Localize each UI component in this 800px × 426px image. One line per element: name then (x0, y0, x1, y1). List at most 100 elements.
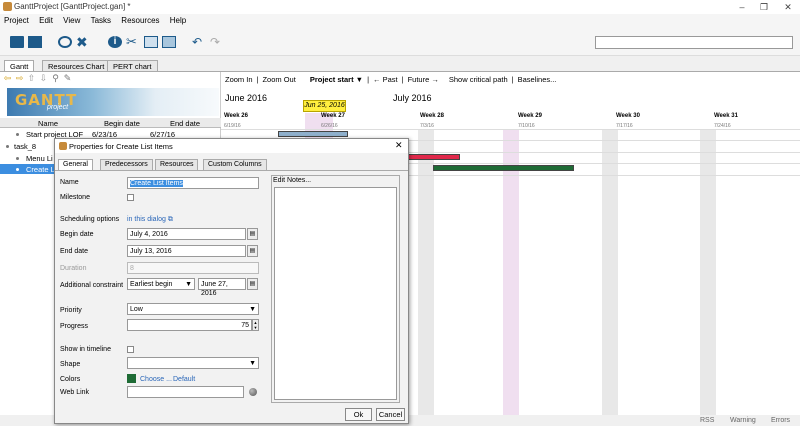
arrow-down-icon[interactable]: ⇩ (39, 74, 48, 83)
tab-pert-chart[interactable]: PERT chart (107, 60, 158, 71)
delete-icon[interactable]: ✖ (76, 35, 90, 49)
project-start-dropdown[interactable]: Project start ▼ (310, 75, 363, 84)
weekend-column (418, 130, 434, 418)
task-nav-arrows: ⇦ ⇨ ⇧ ⇩ ⚲ ✎ (3, 74, 75, 86)
priority-dropdown[interactable]: Low ▼ (127, 303, 259, 315)
close-button[interactable]: ✕ (776, 1, 800, 13)
dialog-tab-resources[interactable]: Resources (155, 159, 199, 170)
weekend-column (602, 130, 618, 418)
notes-textarea[interactable] (274, 187, 397, 400)
week-header: Week 27 (321, 113, 345, 119)
menu-tasks[interactable]: Tasks (87, 14, 115, 27)
arrow-up-icon[interactable]: ⇧ (27, 74, 36, 83)
weekend-column (503, 130, 519, 418)
view-tabs: Gantt Resources Chart PERT chart (0, 59, 800, 71)
name-field[interactable]: Create List Items (127, 177, 259, 189)
title-bar: GanttProject [GanttProject.gan] * – ❐ ✕ (0, 0, 800, 14)
begin-date-label: Begin date (60, 231, 94, 238)
constraint-label: Additional constraint (60, 282, 124, 289)
undo-icon[interactable]: ↶ (192, 36, 206, 48)
calendar-icon[interactable]: ▤ (247, 228, 258, 240)
end-date-label: End date (60, 248, 89, 255)
zoom-out-link[interactable]: Zoom Out (262, 75, 295, 84)
menu-view[interactable]: View (59, 14, 84, 27)
status-warning[interactable]: Warning (730, 417, 756, 424)
col-end[interactable]: End date (170, 119, 200, 128)
timeline-checkbox[interactable] (127, 346, 134, 353)
task-bar[interactable] (278, 131, 348, 137)
redo-icon[interactable]: ↷ (210, 36, 224, 48)
weblink-label: Web Link (60, 389, 90, 396)
shape-dropdown[interactable]: ▼ (127, 357, 259, 369)
minimize-button[interactable]: – (730, 1, 754, 13)
scheduling-link[interactable]: in this dialog ⧉ (127, 216, 173, 224)
copy-icon[interactable] (144, 36, 158, 48)
paste-icon[interactable] (162, 36, 176, 48)
month-july: July 2016 (393, 93, 432, 103)
search-input[interactable] (595, 36, 793, 49)
link-icon[interactable]: ⚲ (51, 74, 60, 83)
scheduling-label: Scheduling options (60, 216, 120, 223)
dialog-tab-custom-columns[interactable]: Custom Columns (203, 159, 267, 170)
milestone-checkbox[interactable] (127, 194, 134, 201)
menu-edit[interactable]: Edit (35, 14, 57, 27)
shape-label: Shape (60, 361, 81, 368)
maximize-button[interactable]: ❐ (752, 1, 776, 13)
arrow-left-icon[interactable]: ⇦ (3, 74, 12, 83)
calendar-icon[interactable]: ▤ (247, 245, 258, 257)
tab-resources-chart[interactable]: Resources Chart (42, 60, 111, 71)
dialog-tab-general[interactable]: General (58, 159, 93, 170)
task-grid-header: Name Begin date End date (0, 118, 221, 128)
status-errors[interactable]: Errors (771, 417, 790, 424)
arrow-right-icon[interactable]: ⇨ (15, 74, 24, 83)
ok-button[interactable]: Ok (345, 408, 372, 421)
today-marker: Jun 25, 2016 (303, 100, 346, 112)
globe-icon[interactable] (249, 388, 257, 396)
choose-color-link[interactable]: Choose ... (140, 376, 172, 383)
constraint-date-field[interactable]: June 27, 2016 (198, 278, 246, 297)
color-swatch[interactable] (127, 374, 136, 383)
constraint-dropdown[interactable]: Earliest begin ▼ (127, 278, 195, 290)
menu-help[interactable]: Help (166, 14, 190, 27)
open-folder-icon[interactable] (10, 36, 24, 48)
weblink-field[interactable] (127, 386, 244, 398)
week-header: Week 30 (616, 113, 640, 119)
calendar-icon[interactable]: ▤ (247, 278, 258, 290)
col-name[interactable]: Name (38, 119, 58, 128)
app-icon (59, 142, 67, 150)
zoom-in-link[interactable]: Zoom In (225, 75, 253, 84)
edit-notes-label[interactable]: Edit Notes... (273, 177, 311, 184)
end-date-field[interactable]: July 13, 2016 (127, 245, 246, 257)
future-link[interactable]: Future → (408, 75, 439, 84)
begin-date-field[interactable]: July 4, 2016 (127, 228, 246, 240)
col-begin[interactable]: Begin date (104, 119, 140, 128)
duration-field: 8 (127, 262, 259, 274)
chevron-down-icon: ▼ (249, 306, 256, 313)
task-bar-selected[interactable] (433, 165, 574, 171)
baselines-link[interactable]: Baselines... (518, 75, 557, 84)
task-properties-dialog: Properties for Create List Items ✕ Gener… (54, 138, 409, 424)
week-header: Week 28 (420, 113, 444, 119)
critical-path-link[interactable]: Show critical path (449, 75, 508, 84)
status-rss[interactable]: RSS (700, 417, 714, 424)
cut-icon[interactable]: ✂ (126, 35, 140, 48)
unlink-icon[interactable]: ✎ (63, 74, 72, 83)
default-color-link[interactable]: Default (173, 376, 195, 383)
menu-project[interactable]: Project (0, 14, 33, 27)
clock-icon[interactable] (58, 36, 72, 48)
progress-field[interactable]: 75 (127, 319, 252, 331)
dialog-close-button[interactable]: ✕ (395, 140, 403, 151)
milestone-label: Milestone (60, 194, 90, 201)
info-icon[interactable]: i (108, 36, 122, 48)
tab-gantt[interactable]: Gantt (4, 60, 35, 71)
menu-resources[interactable]: Resources (117, 14, 163, 27)
progress-stepper[interactable]: ▲ ▼ (252, 319, 259, 331)
chevron-down-icon: ▼ (249, 360, 256, 367)
past-link[interactable]: ← Past (373, 75, 398, 84)
cancel-button[interactable]: Cancel (376, 408, 405, 421)
ganttproject-logo: GANTT project (7, 88, 219, 116)
dialog-tab-predecessors[interactable]: Predecessors (100, 159, 153, 170)
progress-label: Progress (60, 323, 89, 330)
duration-label: Duration (60, 265, 87, 272)
save-icon[interactable] (28, 36, 42, 48)
